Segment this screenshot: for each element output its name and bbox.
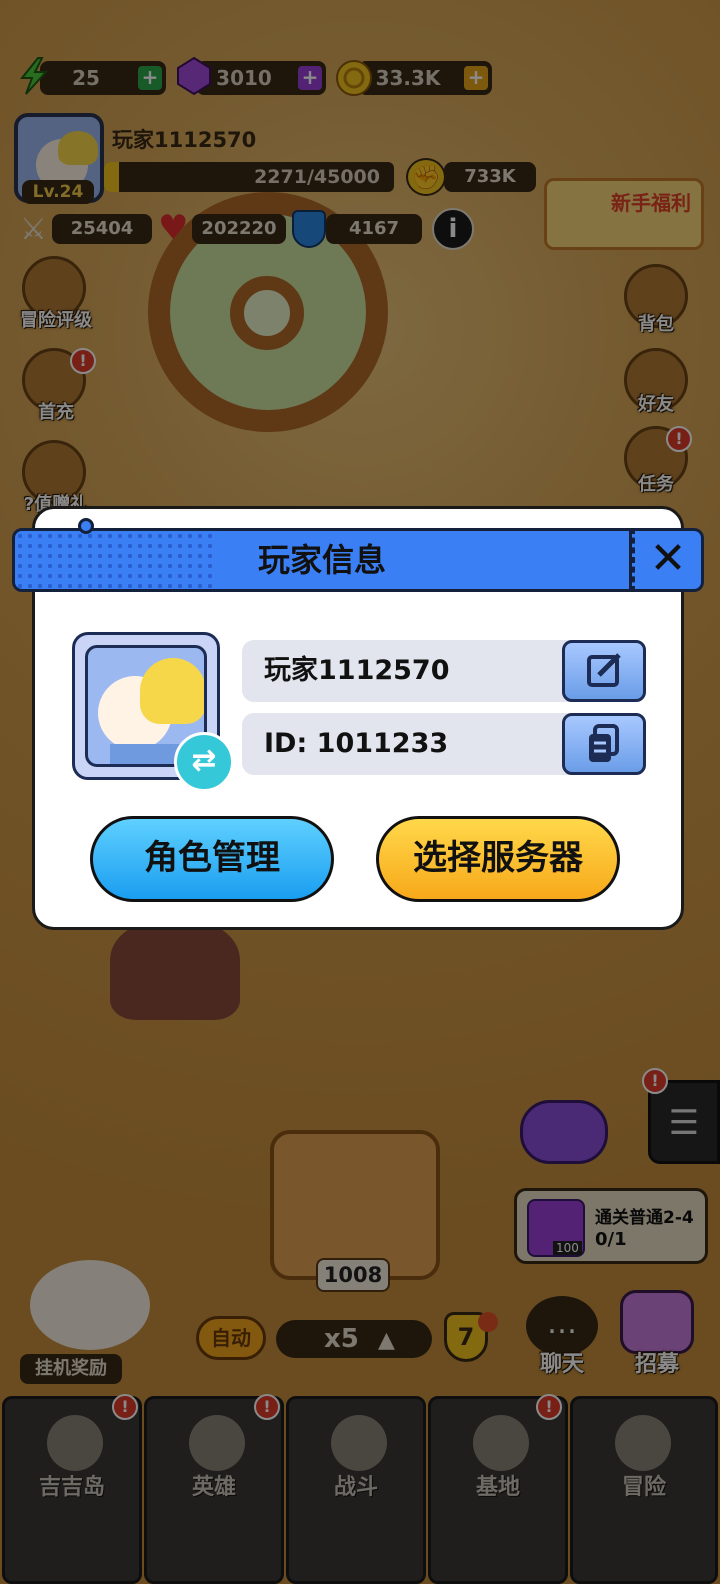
header-dot-left xyxy=(78,518,94,534)
role-management-button[interactable]: 角色管理 xyxy=(90,816,334,902)
player-name-field: 玩家1112570 xyxy=(242,640,646,702)
edit-name-button[interactable] xyxy=(562,640,646,702)
player-name-value: 玩家1112570 xyxy=(264,655,450,686)
copy-icon xyxy=(589,724,619,762)
dialog-title: 玩家信息 xyxy=(257,541,386,579)
player-id-field: ID: 1011233 xyxy=(242,713,646,775)
swap-avatar-icon[interactable]: ⇄ xyxy=(174,732,234,792)
select-server-button[interactable]: 选择服务器 xyxy=(376,816,620,902)
dialog-header: 玩家信息 xyxy=(12,528,632,592)
close-button[interactable]: ✕ xyxy=(632,528,704,592)
copy-id-button[interactable] xyxy=(562,713,646,775)
player-id-value: ID: 1011233 xyxy=(264,728,449,759)
edit-icon xyxy=(587,653,621,687)
player-info-dialog: 玩家信息 ✕ ⇄ 玩家1112570 ID: 1011233 角色管理 选择服务… xyxy=(12,506,704,930)
close-icon: ✕ xyxy=(649,533,687,584)
